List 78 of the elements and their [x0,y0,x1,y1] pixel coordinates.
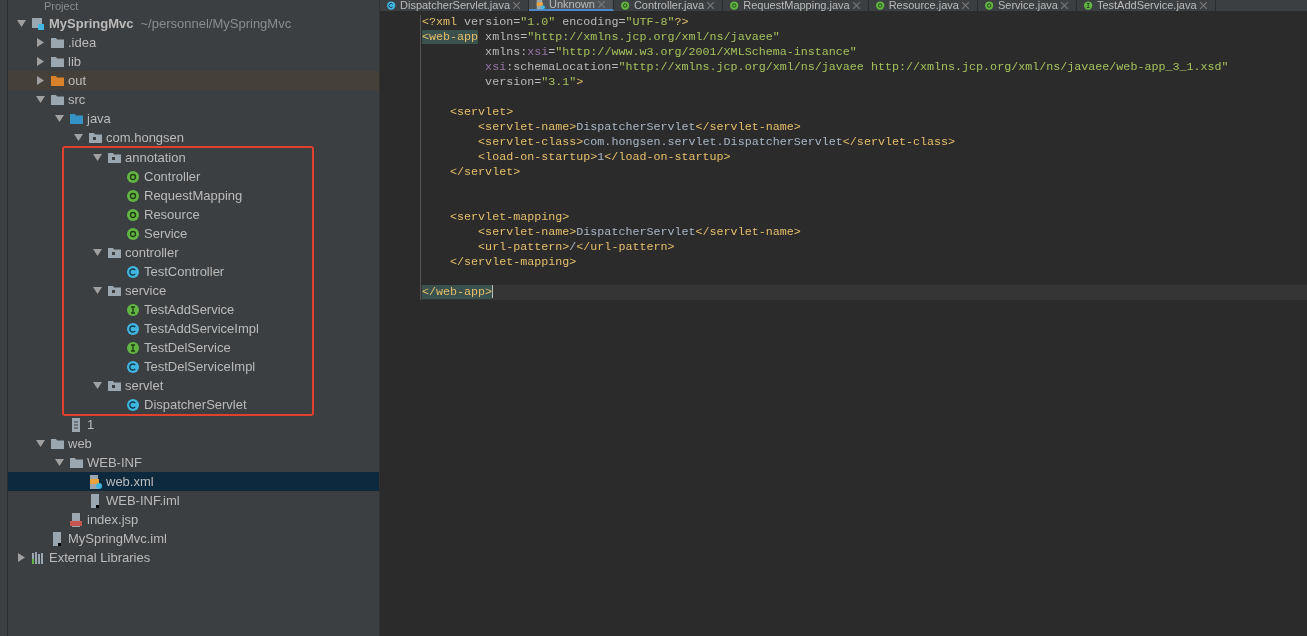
tree-item[interactable]: servlet [8,376,312,395]
module-icon [31,15,46,32]
tree-item[interactable]: MySpringMvc.iml [8,529,379,548]
annotation-icon [874,0,886,11]
code-line: <load-on-startup>1</load-on-startup> [477,150,732,165]
code-line: </servlet-mapping> [449,255,578,270]
tree-item[interactable]: .idea [8,33,379,52]
code-line: <servlet-class>com.hongsen.servlet.DispatcherServlet</servlet-class> [477,135,957,150]
code-line: <servlet-name>DispatcherServlet</servlet-name> [477,120,802,135]
expand-arrow-icon[interactable] [92,381,102,390]
tree-item[interactable]: web.xml [8,472,379,491]
project-path: ~/personnel/MySpringMvc [140,16,292,31]
class-icon [126,358,141,375]
xml-file-icon [535,0,547,10]
tree-item[interactable]: RequestMapping [8,186,312,205]
tree-item[interactable]: 1 [8,415,379,434]
tree-item[interactable]: index.jsp [8,510,379,529]
close-icon[interactable] [707,2,715,9]
tree-item[interactable]: controller [8,243,312,262]
expand-arrow-icon[interactable] [92,286,102,295]
tree-item[interactable]: service [8,281,312,300]
code-line: <url-pattern>/</url-pattern> [477,240,676,255]
code-line: </servlet> [449,165,522,180]
tree-item[interactable]: TestController [8,262,312,281]
interface-icon [126,301,141,318]
code-line: <servlet-mapping> [449,210,571,225]
code-line: <?xml version="1.0" encoding="UTF-8"?> [421,15,690,30]
jsp-file-icon [69,511,84,528]
editor-tab[interactable]: Unknown [529,0,614,11]
expand-arrow-icon[interactable] [92,248,102,257]
class-icon [126,263,141,280]
panel-title: Project [44,0,79,12]
annotation-icon [126,168,141,185]
annotation-icon [126,206,141,223]
tree-item[interactable]: DispatcherServlet [8,395,312,414]
tree-item[interactable]: java [8,109,379,128]
tree-item[interactable]: TestDelService [8,338,312,357]
tree-item[interactable]: out [8,71,379,90]
class-icon [386,0,397,11]
close-icon[interactable] [513,2,521,9]
interface-icon [1082,0,1094,11]
code-line: xsi:schemaLocation="http://xmlns.jcp.org/xml/ns/javaee http://xmlns.jcp.org/xml/ns/javaee/web-app_3_1.xsd" [484,60,1230,75]
annotation-icon [126,187,141,204]
code-line: <servlet-name>DispatcherServlet</servlet-name> [477,225,802,240]
tree-item[interactable]: web [8,434,379,453]
tree-item[interactable]: src [8,90,379,109]
tree-item[interactable]: TestDelServiceImpl [8,357,312,376]
tree-item[interactable]: TestAddService [8,300,312,319]
tree-item[interactable]: External Libraries [8,548,379,567]
expand-arrow-icon[interactable] [92,153,102,162]
close-icon[interactable] [962,2,969,9]
tree-item[interactable]: Service [8,224,312,243]
code-line: version="3.1"> [484,75,585,90]
tree-item[interactable]: com.hongsen [8,128,379,147]
code-line: <servlet> [449,105,515,120]
class-icon [126,396,141,413]
class-icon [126,320,141,337]
interface-icon [126,339,141,356]
close-icon[interactable] [852,2,860,9]
annotation-icon [984,0,995,11]
expand-arrow-icon[interactable] [16,553,26,562]
annotation-icon [729,0,741,11]
annotation-icon [619,0,631,11]
tree-item[interactable]: WEB-INF.iml [8,491,379,510]
close-icon[interactable] [1199,2,1207,9]
code-line: xmlns:xsi="http://www.w3.org/2001/XMLSchema-instance" [484,45,858,60]
code-line: <web-app xmlns="http://xmlns.jcp.org/xml/ns/javaee" [421,30,781,45]
annotation-icon [126,225,141,242]
tree-item[interactable]: Controller [8,167,312,186]
tree-item[interactable]: lib [8,52,379,71]
tree-item[interactable]: TestAddServiceImpl [8,319,312,338]
xml-file-icon [88,473,103,490]
libraries-icon [31,549,46,566]
tree-item[interactable]: MySpringMvc ~/personnel/MySpringMvc [8,14,379,33]
tree-item[interactable]: annotation [8,148,312,167]
close-icon[interactable] [1060,2,1068,9]
tree-item[interactable]: Resource [8,205,312,224]
tree-item[interactable]: WEB-INF [8,453,379,472]
